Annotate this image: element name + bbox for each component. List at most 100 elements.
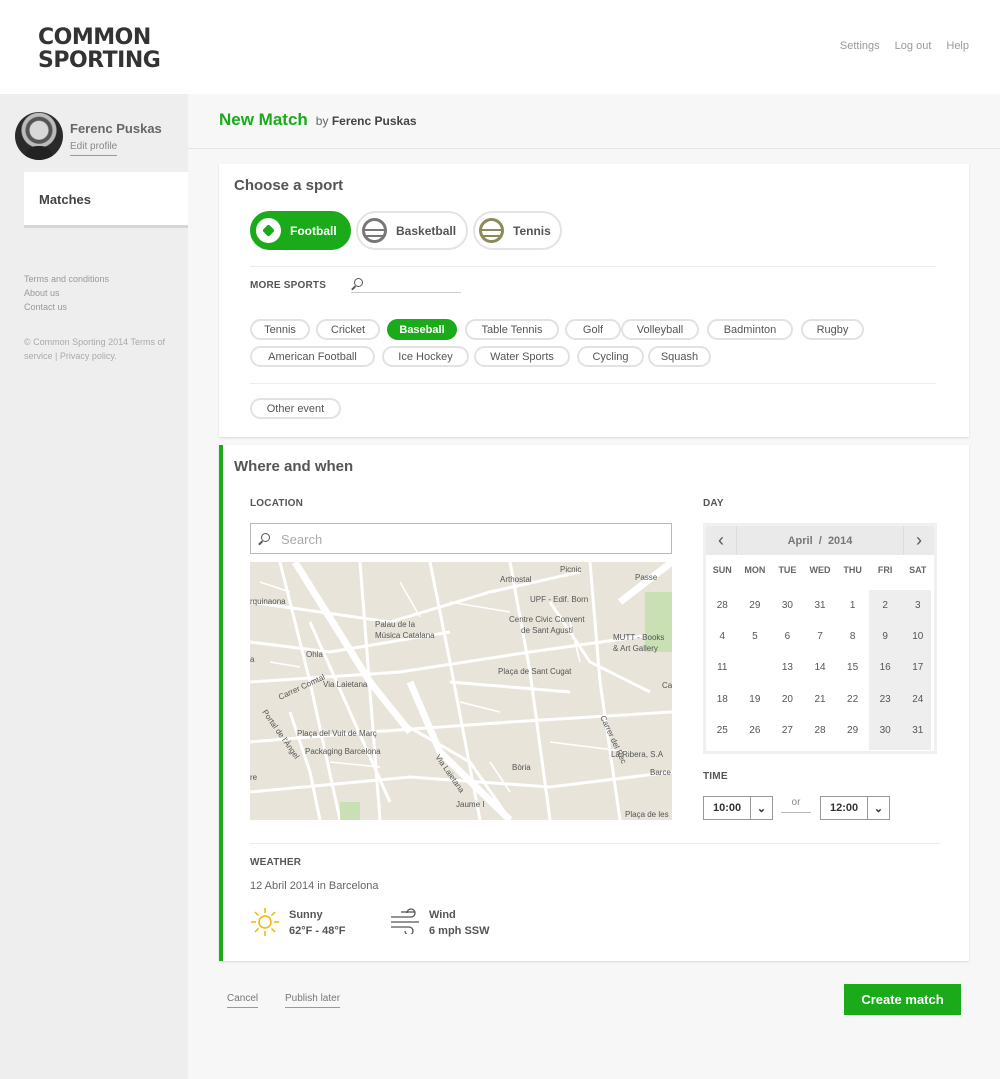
more-sports-label: MORE SPORTS [250,280,327,291]
calendar-day[interactable]: 14 [804,662,837,673]
sidebar-links: Terms and conditions About us Contact us [24,272,109,314]
calendar-day[interactable]: 10 [901,631,934,642]
weather-value: 62°F - 48°F [289,925,346,937]
calendar-day[interactable]: 3 [901,600,934,611]
sport-button-football[interactable]: Football [250,211,351,250]
calendar-day[interactable]: 27 [771,725,804,736]
map-label: Jaume I [456,800,484,809]
chevron-left-icon[interactable]: ‹ [706,526,737,555]
create-match-button[interactable]: Create match [844,984,961,1015]
calendar-day[interactable]: 19 [739,694,772,705]
sport-chip-badminton[interactable]: Badminton [707,319,793,340]
calendar-day[interactable]: 21 [804,694,837,705]
sport-chip-cycling[interactable]: Cycling [577,346,644,367]
calendar-day[interactable]: 12 [738,651,772,684]
map-canvas[interactable]: Arthostal Picnic Passe rquinaona UPF - Edif.… [250,562,672,820]
map-label: Picnic [560,565,581,574]
sidebar-item-matches[interactable]: Matches [24,172,188,228]
calendar-day[interactable]: 5 [739,631,772,642]
where-when-card: Where and when LOCATION Search Arthostal… [219,445,969,961]
time-label: TIME [703,771,728,782]
calendar-day[interactable]: 25 [706,725,739,736]
contact-link[interactable]: Contact us [24,300,109,314]
calendar-rows: 28 29 30 31 1 2 3 4 5 6 7 8 9 10 11 12 13 14 15 16 17 18 19 20 2… [706,590,934,746]
sport-chip-volleyball[interactable]: Volleyball [621,319,699,340]
calendar-week-row: 28 29 30 31 1 2 3 [706,590,934,621]
calendar-day[interactable]: 24 [901,694,934,705]
calendar-day[interactable]: 31 [804,600,837,611]
chevron-down-icon[interactable]: ⌄ [750,797,772,819]
settings-link[interactable]: Settings [840,40,880,52]
calendar-week-row: 18 19 20 21 22 23 24 [706,684,934,715]
calendar-day[interactable]: 8 [836,631,869,642]
calendar-day[interactable]: 28 [706,600,739,611]
about-link[interactable]: About us [24,286,109,300]
help-link[interactable]: Help [946,40,969,52]
top-nav: Settings Log out Help [840,40,969,52]
calendar-day[interactable]: 29 [836,725,869,736]
calendar-day[interactable]: 6 [771,631,804,642]
calendar-day[interactable]: 7 [804,631,837,642]
time-to-value: 12:00 [830,802,859,814]
calendar-day[interactable]: 11 [706,662,739,673]
sport-chip-golf[interactable]: Golf [565,319,621,340]
calendar-day[interactable]: 18 [706,694,739,705]
more-sports-search-input[interactable] [351,277,461,293]
where-when-title: Where and when [234,458,354,475]
edit-profile-link[interactable]: Edit profile [70,141,118,156]
other-event-chip[interactable]: Other event [250,398,341,419]
sport-button-tennis[interactable]: Tennis [473,211,562,250]
calendar-day[interactable]: 1 [836,600,869,611]
calendar-day[interactable]: 20 [771,694,804,705]
calendar-day[interactable]: 2 [869,600,902,611]
calendar-day[interactable]: 15 [836,662,869,673]
calendar-day[interactable]: 29 [739,600,772,611]
map-label: Música Catalana [375,631,435,640]
sport-chip-table-tennis[interactable]: Table Tennis [465,319,559,340]
calendar-day[interactable]: 9 [869,631,902,642]
sport-chip-water-sports[interactable]: Water Sports [474,346,570,367]
calendar-day[interactable]: 31 [901,725,934,736]
time-from-select[interactable]: 10:00 ⌄ [703,796,773,820]
calendar-month-year: April / 2014 [788,535,853,547]
calendar-day[interactable]: 28 [804,725,837,736]
sport-chip-cricket[interactable]: Cricket [316,319,380,340]
calendar-week-row: 11 12 13 14 15 16 17 [706,651,934,684]
cancel-link[interactable]: Cancel [227,993,259,1008]
publish-later-link[interactable]: Publish later [285,993,341,1008]
logo-line2: SPORTING [38,48,161,73]
map-label: Packaging Barcelona [305,747,381,756]
calendar-day[interactable]: 17 [901,662,934,673]
calendar-day[interactable]: 4 [706,631,739,642]
sport-button-basketball[interactable]: Basketball [356,211,468,250]
location-search-input[interactable]: Search [250,523,672,554]
calendar-day[interactable]: 23 [869,694,902,705]
map-label: Passe [635,573,658,582]
weather-title: Sunny [289,909,323,921]
calendar-day[interactable]: 30 [771,600,804,611]
divider [250,843,940,844]
sport-chip-tennis[interactable]: Tennis [250,319,310,340]
logout-link[interactable]: Log out [895,40,932,52]
calendar-day[interactable]: 22 [836,694,869,705]
sport-chip-ice-hockey[interactable]: Ice Hockey [382,346,469,367]
terms-link[interactable]: Terms and conditions [24,272,109,286]
time-to-select[interactable]: 12:00 ⌄ [820,796,890,820]
logo[interactable]: COMMON SPORTING [38,26,161,73]
location-map[interactable]: Arthostal Picnic Passe rquinaona UPF - Edif.… [250,562,672,820]
chevron-down-icon[interactable]: ⌄ [867,797,889,819]
weekday-label: SUN [712,565,732,575]
sport-chip-rugby[interactable]: Rugby [801,319,864,340]
sport-chip-squash[interactable]: Squash [648,346,711,367]
calendar-day[interactable]: 26 [739,725,772,736]
avatar[interactable] [15,112,63,160]
calendar-day[interactable]: 30 [869,725,902,736]
calendar-day[interactable]: 16 [869,662,902,673]
sport-chip-american-football[interactable]: American Football [250,346,375,367]
weather-in: in [317,880,326,892]
chevron-right-icon[interactable]: › [902,526,934,555]
page-title: New Match [219,110,308,129]
calendar-day[interactable]: 13 [771,662,804,673]
map-label: Centre Civic Convent [509,615,585,624]
sport-chip-baseball[interactable]: Baseball [387,319,457,340]
